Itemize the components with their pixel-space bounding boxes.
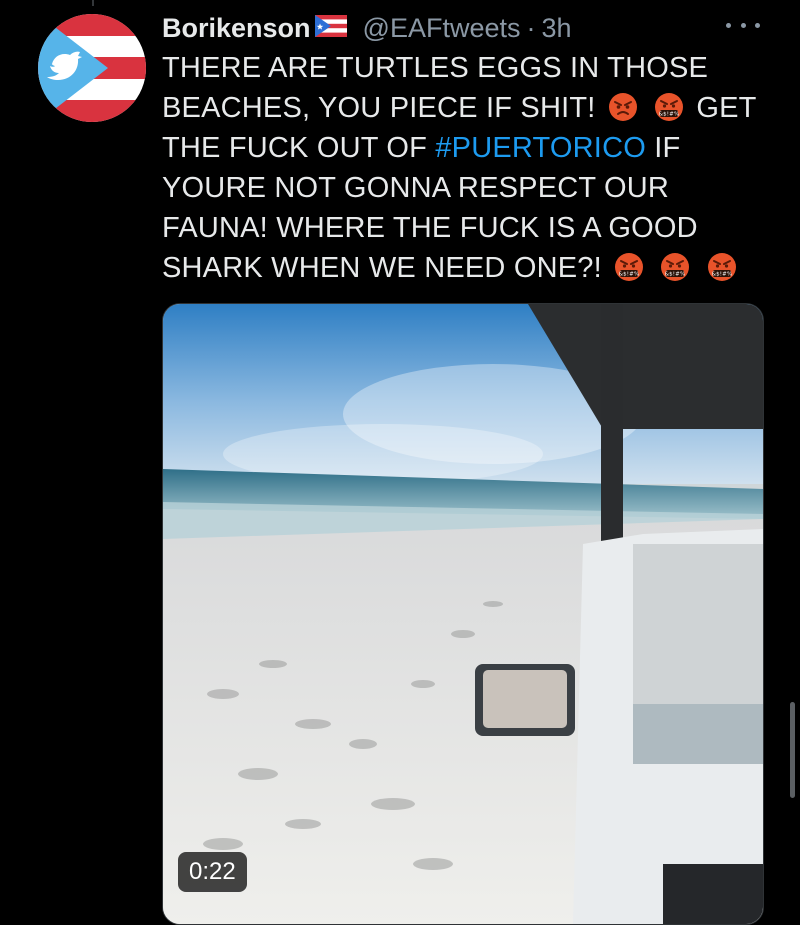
- author-handle[interactable]: @EAFtweets: [363, 13, 521, 44]
- tweet-line: BEACHES, YOU PIECE IF SHIT! &$!#% GET: [162, 92, 757, 124]
- video-player[interactable]: [162, 303, 764, 925]
- more-options-icon[interactable]: [726, 18, 760, 32]
- angry-face-emoji: [608, 92, 638, 122]
- tweet-header: Borikenson @EAFtweets · 3h: [162, 8, 572, 48]
- tweet-line: THE FUCK OUT OF #PUERTORICO IF: [162, 132, 681, 164]
- svg-text:&$!#%: &$!#%: [619, 272, 640, 278]
- face-with-symbols-on-mouth-emoji: &$!#%: [654, 92, 684, 122]
- svg-text:&$!#%: &$!#%: [659, 112, 680, 118]
- face-with-symbols-on-mouth-emoji: &$!#%: [614, 252, 644, 282]
- tweet-line: THERE ARE TURTLES EGGS IN THOSE: [162, 52, 709, 84]
- thread-connector-line: [92, 0, 94, 6]
- video-duration-badge: 0:22: [178, 852, 247, 892]
- avatar[interactable]: [38, 14, 146, 122]
- svg-text:&$!#%: &$!#%: [665, 272, 686, 278]
- tweet-text: THERE ARE TURTLES EGGS IN THOSE BEACHES,…: [162, 48, 772, 288]
- scrollbar[interactable]: [790, 702, 795, 798]
- tweet-timestamp[interactable]: 3h: [541, 13, 571, 44]
- tweet-line: FAUNA! WHERE THE FUCK IS A GOOD: [162, 212, 698, 244]
- tweet-line: SHARK WHEN WE NEED ONE?! &$!#% &$!#% &$!…: [162, 248, 772, 288]
- hashtag-link[interactable]: #PUERTORICO: [435, 132, 646, 164]
- author-name[interactable]: Borikenson: [162, 13, 311, 44]
- face-with-symbols-on-mouth-emoji: &$!#%: [707, 252, 737, 282]
- tweet-line: YOURE NOT GONNA RESPECT OUR: [162, 172, 670, 204]
- face-with-symbols-on-mouth-emoji: &$!#%: [660, 252, 690, 282]
- svg-text:&$!#%: &$!#%: [711, 272, 732, 278]
- header-separator: ·: [526, 12, 536, 43]
- puerto-rico-flag-icon: [314, 13, 347, 44]
